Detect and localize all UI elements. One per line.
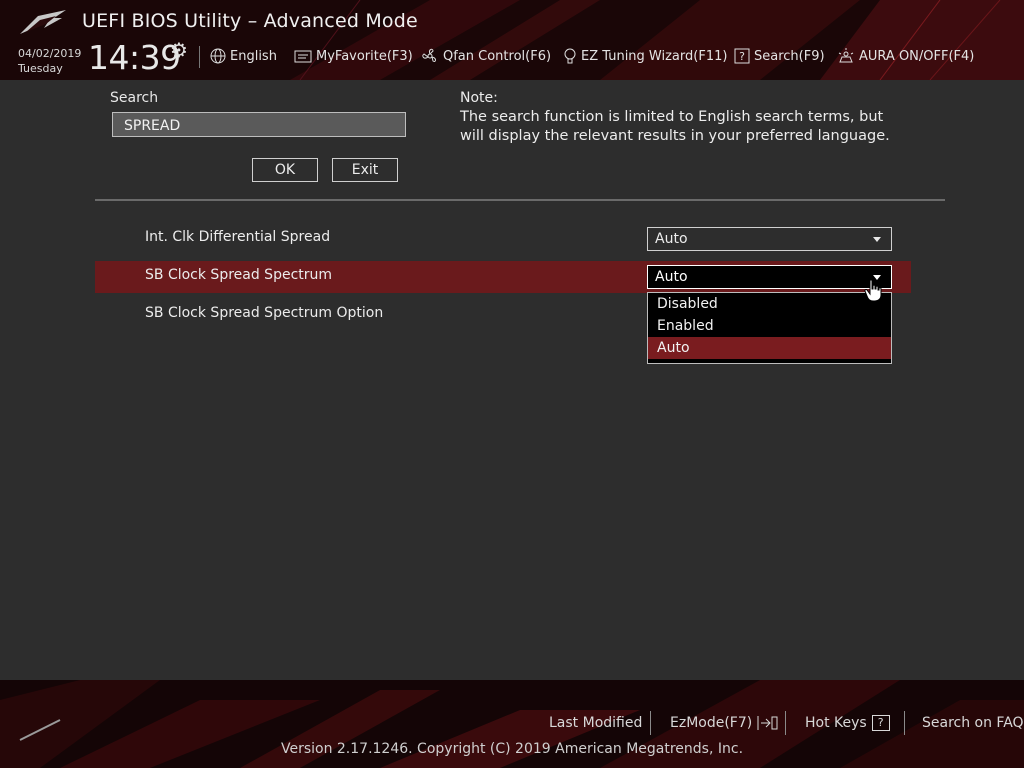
aura-label: AURA ON/OFF(F4) (859, 48, 975, 64)
ezmode-label: EzMode(F7) (670, 715, 753, 731)
result-label-sb-clock-spread-spectrum[interactable]: SB Clock Spread Spectrum (145, 267, 332, 283)
footer-divider (650, 711, 651, 735)
ez-tuning-wizard-label: EZ Tuning Wizard(F11) (581, 48, 728, 64)
sb-clock-spread-spectrum-select[interactable]: Auto (647, 265, 892, 289)
search-on-faq-button[interactable]: Search on FAQ (922, 715, 1024, 731)
note-text: The search function is limited to Englis… (460, 109, 890, 144)
qfan-control-label: Qfan Control(F6) (443, 48, 552, 64)
app-title: UEFI BIOS Utility – Advanced Mode (82, 10, 418, 32)
search-panel: Search SPREAD OK Exit Note: The search f… (0, 80, 1024, 680)
note-title: Note: (460, 90, 498, 106)
aura-icon (837, 48, 855, 64)
result-label-int-clk-differential-spread[interactable]: Int. Clk Differential Spread (145, 229, 330, 245)
chevron-down-icon (873, 237, 881, 242)
ok-button[interactable]: OK (252, 158, 318, 182)
globe-icon (210, 48, 226, 64)
dropdown-option-enabled[interactable]: Enabled (648, 315, 891, 337)
top-bar: UEFI BIOS Utility – Advanced Mode 04/02/… (0, 0, 1024, 80)
hot-keys-label: Hot Keys (805, 715, 867, 731)
lightbulb-icon (563, 48, 577, 65)
exit-button[interactable]: Exit (332, 158, 398, 182)
dropdown-option-disabled[interactable]: Disabled (648, 293, 891, 315)
select-value: Auto (655, 231, 688, 247)
int-clk-differential-spread-select[interactable]: Auto (647, 227, 892, 251)
language-button[interactable]: English (210, 47, 277, 65)
hot-keys-button[interactable]: Hot Keys ? (805, 715, 890, 731)
select-value: Auto (655, 269, 688, 285)
last-modified-button[interactable]: Last Modified (549, 715, 642, 731)
svg-text:?: ? (739, 50, 745, 63)
fan-icon (421, 48, 439, 64)
ez-tuning-wizard-button[interactable]: EZ Tuning Wizard(F11) (563, 47, 727, 65)
hand-cursor-icon (864, 279, 882, 302)
dropdown-options-list: Disabled Enabled Auto (647, 292, 892, 364)
clock-display: 14:39 (88, 38, 181, 77)
question-icon: ? (734, 48, 750, 64)
question-icon: ? (871, 715, 890, 731)
day-display: Tuesday (18, 62, 63, 75)
myfavorite-button[interactable]: MyFavorite(F3) (294, 47, 413, 65)
favorite-icon (294, 49, 312, 63)
search-label: Search(F9) (754, 48, 825, 64)
search-button[interactable]: ? Search(F9) (734, 47, 825, 65)
qfan-control-button[interactable]: Qfan Control(F6) (421, 47, 551, 65)
footer-divider (904, 711, 905, 735)
header-divider (199, 46, 200, 68)
version-text: Version 2.17.1246. Copyright (C) 2019 Am… (280, 741, 744, 757)
rog-logo (20, 10, 66, 34)
result-label-sb-clock-spread-spectrum-option[interactable]: SB Clock Spread Spectrum Option (145, 305, 383, 321)
footer-divider (785, 711, 786, 735)
ezmode-button[interactable]: EzMode(F7) (670, 715, 778, 731)
section-divider (95, 199, 945, 201)
date-display: 04/02/2019 (18, 47, 82, 60)
gear-icon[interactable]: ⚙ (170, 38, 188, 62)
bottom-bar: Last Modified EzMode(F7) Hot Keys ? Sear… (0, 680, 1024, 768)
dropdown-option-auto[interactable]: Auto (648, 337, 891, 359)
aura-toggle-button[interactable]: AURA ON/OFF(F4) (837, 47, 974, 65)
search-input[interactable]: SPREAD (112, 112, 406, 137)
search-heading: Search (110, 90, 159, 106)
exit-arrow-icon (756, 715, 778, 731)
myfavorite-label: MyFavorite(F3) (316, 48, 413, 64)
language-label: English (230, 48, 277, 64)
